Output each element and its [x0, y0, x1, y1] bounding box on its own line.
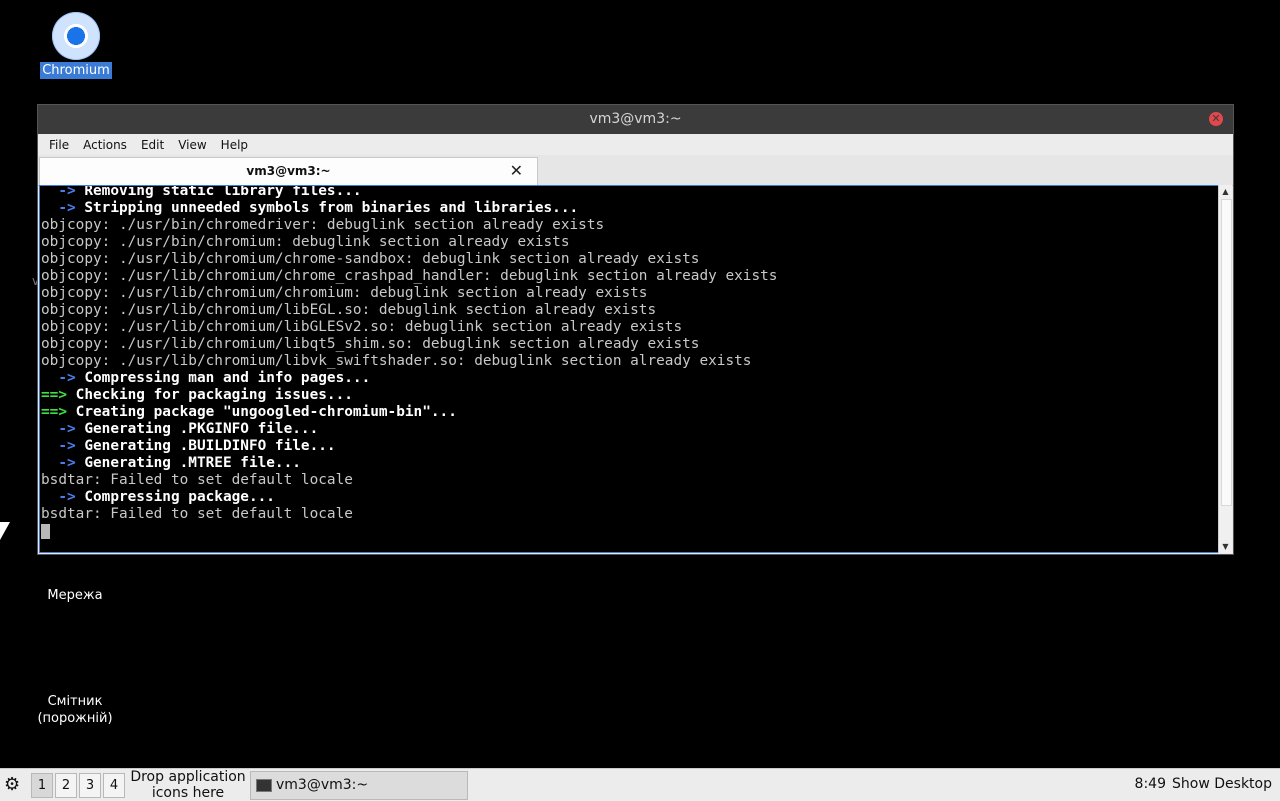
terminal-lines: -> Removing static library files... -> S… — [41, 185, 777, 540]
terminal-line-text: Removing static library files... — [84, 185, 362, 199]
desktop-icon-trash[interactable]: Смітник (порожній) — [25, 693, 125, 727]
scroll-down-icon[interactable]: ▼ — [1219, 540, 1232, 553]
terminal-line-prefix: ==> — [41, 404, 76, 420]
terminal-line-text: objcopy: ./usr/lib/chromium/chrome-sandb… — [41, 251, 700, 267]
menu-file[interactable]: File — [42, 138, 76, 152]
terminal-line-text: objcopy: ./usr/bin/chromedriver: debugli… — [41, 217, 605, 233]
terminal-line: objcopy: ./usr/lib/chromium/libvk_swifts… — [41, 353, 777, 370]
terminal-window: vm3@vm3:~ ✕ File Actions Edit View Help … — [38, 105, 1233, 554]
workspace-3[interactable]: 3 — [79, 773, 101, 798]
mouse-pointer-icon — [0, 522, 10, 540]
terminal-line-text: Compressing package... — [84, 489, 275, 505]
terminal-line-text: objcopy: ./usr/lib/chromium/libvk_swifts… — [41, 353, 752, 369]
scrollbar-thumb[interactable] — [1221, 199, 1232, 506]
terminal-line-text: Generating .BUILDINFO file... — [84, 438, 336, 454]
terminal-line-text: objcopy: ./usr/lib/chromium/libGLESv2.so… — [41, 319, 683, 335]
terminal-line-prefix: -> — [41, 421, 85, 437]
terminal-line-text: objcopy: ./usr/lib/chromium/libqt5_shim.… — [41, 336, 700, 352]
terminal-line: objcopy: ./usr/bin/chromedriver: debugli… — [41, 217, 777, 234]
terminal-line: -> Compressing man and info pages... — [41, 370, 777, 387]
terminal-line: objcopy: ./usr/lib/chromium/chrome_crash… — [41, 268, 777, 285]
workspace-4[interactable]: 4 — [103, 773, 125, 798]
workspace-1[interactable]: 1 — [31, 773, 53, 798]
terminal-line-text: objcopy: ./usr/bin/chromium: debuglink s… — [41, 234, 570, 250]
show-desktop-button[interactable]: Show Desktop — [1172, 776, 1272, 792]
terminal-line-prefix: -> — [41, 370, 85, 386]
menu-help[interactable]: Help — [214, 138, 255, 152]
start-menu-icon[interactable]: ⚙ — [4, 774, 20, 795]
terminal-line-text: Generating .MTREE file... — [84, 455, 301, 471]
taskbar: ⚙ 1 2 3 4 Drop application icons here vm… — [0, 768, 1280, 801]
terminal-line-text: Creating package "ungoogled-chromium-bin… — [75, 404, 457, 420]
terminal-line: objcopy: ./usr/bin/chromium: debuglink s… — [41, 234, 777, 251]
terminal-line: objcopy: ./usr/lib/chromium/libGLESv2.so… — [41, 319, 777, 336]
terminal-line: -> Generating .PKGINFO file... — [41, 421, 777, 438]
terminal-line-text: objcopy: ./usr/lib/chromium/chrome_crash… — [41, 268, 778, 284]
terminal-line-prefix: -> — [41, 455, 85, 471]
terminal-line: -> Generating .BUILDINFO file... — [41, 438, 777, 455]
scroll-up-icon[interactable]: ▲ — [1219, 185, 1232, 198]
terminal-line-text: Checking for packaging issues... — [75, 387, 353, 403]
terminal-line: bsdtar: Failed to set default locale — [41, 472, 777, 489]
terminal-line: objcopy: ./usr/lib/chromium/libqt5_shim.… — [41, 336, 777, 353]
terminal-line-text: Generating .PKGINFO file... — [84, 421, 319, 437]
terminal-line-text: bsdtar: Failed to set default locale — [41, 472, 353, 488]
terminal-cursor — [41, 523, 50, 539]
terminal-line: ==> Creating package "ungoogled-chromium… — [41, 404, 777, 421]
window-title: vm3@vm3:~ — [589, 111, 682, 127]
terminal-line-prefix: -> — [41, 438, 85, 454]
terminal-line-prefix: ==> — [41, 387, 76, 403]
menu-actions[interactable]: Actions — [76, 138, 134, 152]
taskbar-terminal-button[interactable]: vm3@vm3:~ — [250, 771, 468, 800]
tab-terminal[interactable]: vm3@vm3:~ ✕ — [39, 157, 538, 186]
menubar: File Actions Edit View Help — [38, 134, 1233, 155]
terminal-line-text: objcopy: ./usr/lib/chromium/libEGL.so: d… — [41, 302, 657, 318]
terminal-line: -> Compressing package... — [41, 489, 777, 506]
terminal-line-text: bsdtar: Failed to set default locale — [41, 506, 353, 522]
terminal-line-prefix: -> — [41, 200, 85, 216]
terminal-line: -> Generating .MTREE file... — [41, 455, 777, 472]
network-label: Мережа — [47, 588, 103, 603]
tab-bar: vm3@vm3:~ ✕ — [38, 155, 1233, 186]
terminal-line: bsdtar: Failed to set default locale — [41, 506, 777, 523]
terminal-line-prefix: -> — [41, 185, 85, 199]
chromium-label: Chromium — [40, 62, 112, 79]
tab-close-icon[interactable]: ✕ — [510, 158, 523, 184]
trash-label: Смітник (порожній) — [37, 694, 113, 726]
terminal-scrollbar[interactable]: ▲ ▼ — [1218, 185, 1232, 553]
chromium-icon — [52, 12, 100, 60]
close-icon[interactable]: ✕ — [1209, 112, 1223, 126]
terminal-line: -> Stripping unneeded symbols from binar… — [41, 200, 777, 217]
terminal-cursor-line — [41, 523, 777, 540]
terminal-line: objcopy: ./usr/lib/chromium/chrome-sandb… — [41, 251, 777, 268]
desktop-icon-network[interactable]: Мережа — [30, 588, 120, 603]
terminal-line: -> Removing static library files... — [41, 185, 777, 200]
terminal-line: objcopy: ./usr/lib/chromium/libEGL.so: d… — [41, 302, 777, 319]
terminal-line-text: Stripping unneeded symbols from binaries… — [84, 200, 579, 216]
terminal-line: ==> Checking for packaging issues... — [41, 387, 777, 404]
menu-view[interactable]: View — [171, 138, 213, 152]
terminal-line: objcopy: ./usr/lib/chromium/chromium: de… — [41, 285, 777, 302]
terminal-line-text: Compressing man and info pages... — [84, 370, 371, 386]
terminal-line-prefix: -> — [41, 489, 85, 505]
workspace-2[interactable]: 2 — [55, 773, 77, 798]
terminal-line-text: objcopy: ./usr/lib/chromium/chromium: de… — [41, 285, 648, 301]
tab-title: vm3@vm3:~ — [246, 164, 331, 178]
desktop-icon-chromium[interactable]: Chromium — [38, 12, 114, 79]
clock[interactable]: 8:49 — [1135, 776, 1166, 792]
window-titlebar[interactable]: vm3@vm3:~ ✕ — [38, 105, 1233, 134]
launcher-drop-zone[interactable]: Drop application icons here — [128, 769, 248, 801]
taskbar-task-label: vm3@vm3:~ — [276, 777, 369, 793]
terminal-icon — [256, 778, 272, 792]
menu-edit[interactable]: Edit — [134, 138, 171, 152]
terminal-output[interactable]: -> Removing static library files... -> S… — [39, 185, 1219, 553]
